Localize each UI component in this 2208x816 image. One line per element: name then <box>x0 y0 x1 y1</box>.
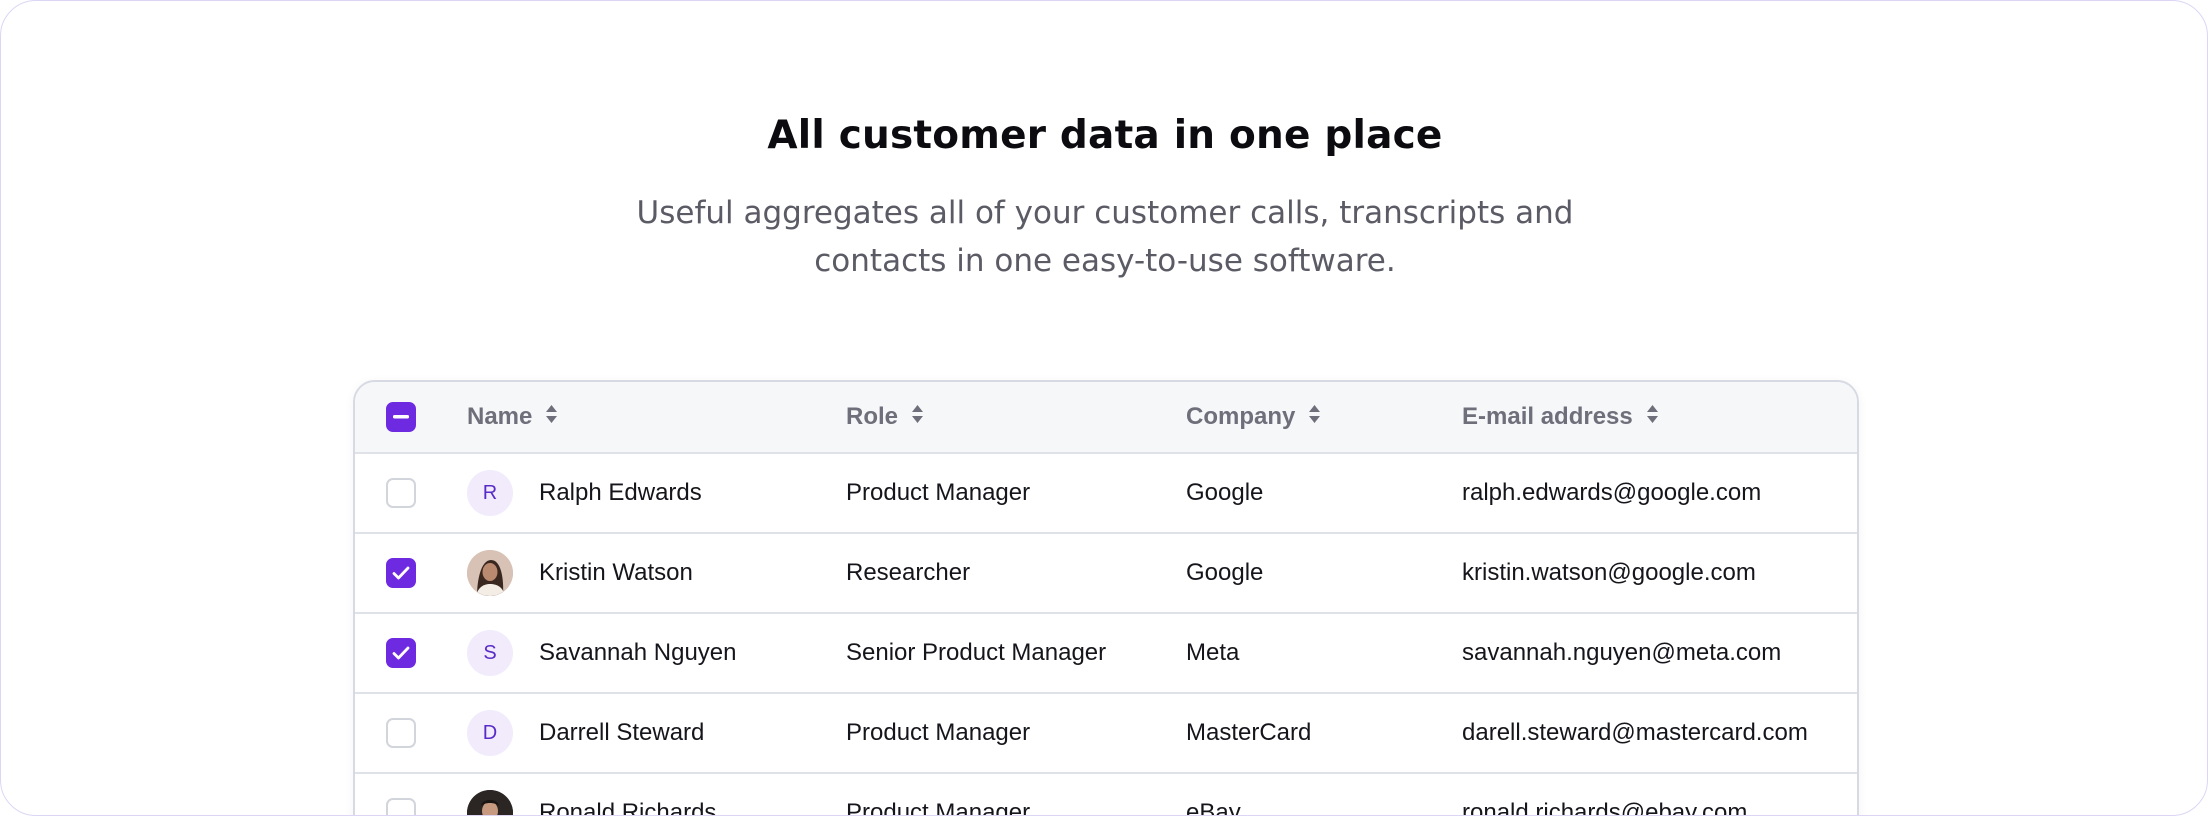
avatar: R <box>467 470 513 516</box>
page-title: All customer data in one place <box>767 113 1443 158</box>
name-cell: Ronald Richards <box>467 774 717 816</box>
role-cell: Product Manager <box>846 479 1031 506</box>
table-row[interactable]: R Ralph Edwards Product Manager Google r… <box>355 454 1857 534</box>
row-checkbox-cell <box>386 614 416 692</box>
row-checkbox[interactable] <box>386 798 416 815</box>
column-header-company[interactable]: Company <box>1186 382 1321 452</box>
role-cell: Researcher <box>846 559 971 586</box>
sort-icon[interactable] <box>545 403 558 431</box>
avatar: D <box>467 710 513 756</box>
company-cell: Meta <box>1186 639 1240 666</box>
table-row[interactable]: Kristin Watson Researcher Google kristin… <box>355 534 1857 614</box>
select-all-checkbox[interactable] <box>386 402 416 432</box>
role-cell: Product Manager <box>846 799 1031 816</box>
row-checkbox-cell <box>386 774 416 815</box>
role-cell: Product Manager <box>846 719 1031 746</box>
column-header-email[interactable]: E-mail address <box>1462 382 1659 452</box>
name-cell: Kristin Watson <box>467 534 693 612</box>
header-checkbox-cell <box>386 382 416 452</box>
column-header-label: Name <box>467 403 533 430</box>
checkmark-icon <box>392 646 410 660</box>
page-subtitle: Useful aggregates all of your customer c… <box>555 189 1655 285</box>
row-checkbox[interactable] <box>386 718 416 748</box>
sort-icon[interactable] <box>1308 403 1321 431</box>
table-row[interactable]: S Savannah Nguyen Senior Product Manager… <box>355 614 1857 694</box>
company-cell: Google <box>1186 559 1264 586</box>
column-header-label: E-mail address <box>1462 403 1633 430</box>
email-cell: darell.steward@mastercard.com <box>1462 719 1808 746</box>
page-frame: All customer data in one place Useful ag… <box>0 0 2208 816</box>
contact-name: Ralph Edwards <box>539 479 702 506</box>
minus-icon <box>393 415 409 419</box>
row-checkbox[interactable] <box>386 478 416 508</box>
email-cell: savannah.nguyen@meta.com <box>1462 639 1782 666</box>
person-photo-icon <box>467 790 513 815</box>
avatar-initial: D <box>482 721 498 744</box>
email-cell: ronald.richards@ebay.com <box>1462 799 1748 816</box>
name-cell: R Ralph Edwards <box>467 454 702 532</box>
email-cell: ralph.edwards@google.com <box>1462 479 1762 506</box>
role-cell: Senior Product Manager <box>846 639 1107 666</box>
table-header-row: Name Role Company E-mail address <box>355 382 1857 454</box>
contact-name: Ronald Richards <box>539 799 717 816</box>
contact-name: Kristin Watson <box>539 559 693 586</box>
company-cell: Google <box>1186 479 1264 506</box>
customer-table: Name Role Company E-mail address R Ralph… <box>353 380 1859 816</box>
avatar-initial: R <box>482 481 498 504</box>
row-checkbox-cell <box>386 694 416 772</box>
subtitle-line-2: contacts in one easy-to-use software. <box>814 243 1396 279</box>
row-checkbox-cell <box>386 534 416 612</box>
column-header-label: Company <box>1186 403 1296 430</box>
contact-name: Savannah Nguyen <box>539 639 737 666</box>
avatar: S <box>467 630 513 676</box>
column-header-label: Role <box>846 403 899 430</box>
company-cell: eBay <box>1186 799 1241 816</box>
email-cell: kristin.watson@google.com <box>1462 559 1756 586</box>
row-checkbox-cell <box>386 454 416 532</box>
avatar-photo <box>467 550 513 596</box>
company-cell: MasterCard <box>1186 719 1312 746</box>
row-checkbox[interactable] <box>386 638 416 668</box>
sort-icon[interactable] <box>911 403 924 431</box>
checkmark-icon <box>392 566 410 580</box>
avatar-initial: S <box>483 641 497 664</box>
avatar-photo <box>467 790 513 815</box>
table-row[interactable]: Ronald Richards Product Manager eBay ron… <box>355 774 1857 816</box>
column-header-role[interactable]: Role <box>846 382 924 452</box>
row-checkbox[interactable] <box>386 558 416 588</box>
subtitle-line-1: Useful aggregates all of your customer c… <box>636 195 1574 231</box>
name-cell: S Savannah Nguyen <box>467 614 736 692</box>
column-header-name[interactable]: Name <box>467 382 558 452</box>
contact-name: Darrell Steward <box>539 719 705 746</box>
person-photo-icon <box>467 550 513 596</box>
sort-icon[interactable] <box>1646 403 1659 431</box>
name-cell: D Darrell Steward <box>467 694 704 772</box>
table-row[interactable]: D Darrell Steward Product Manager Master… <box>355 694 1857 774</box>
